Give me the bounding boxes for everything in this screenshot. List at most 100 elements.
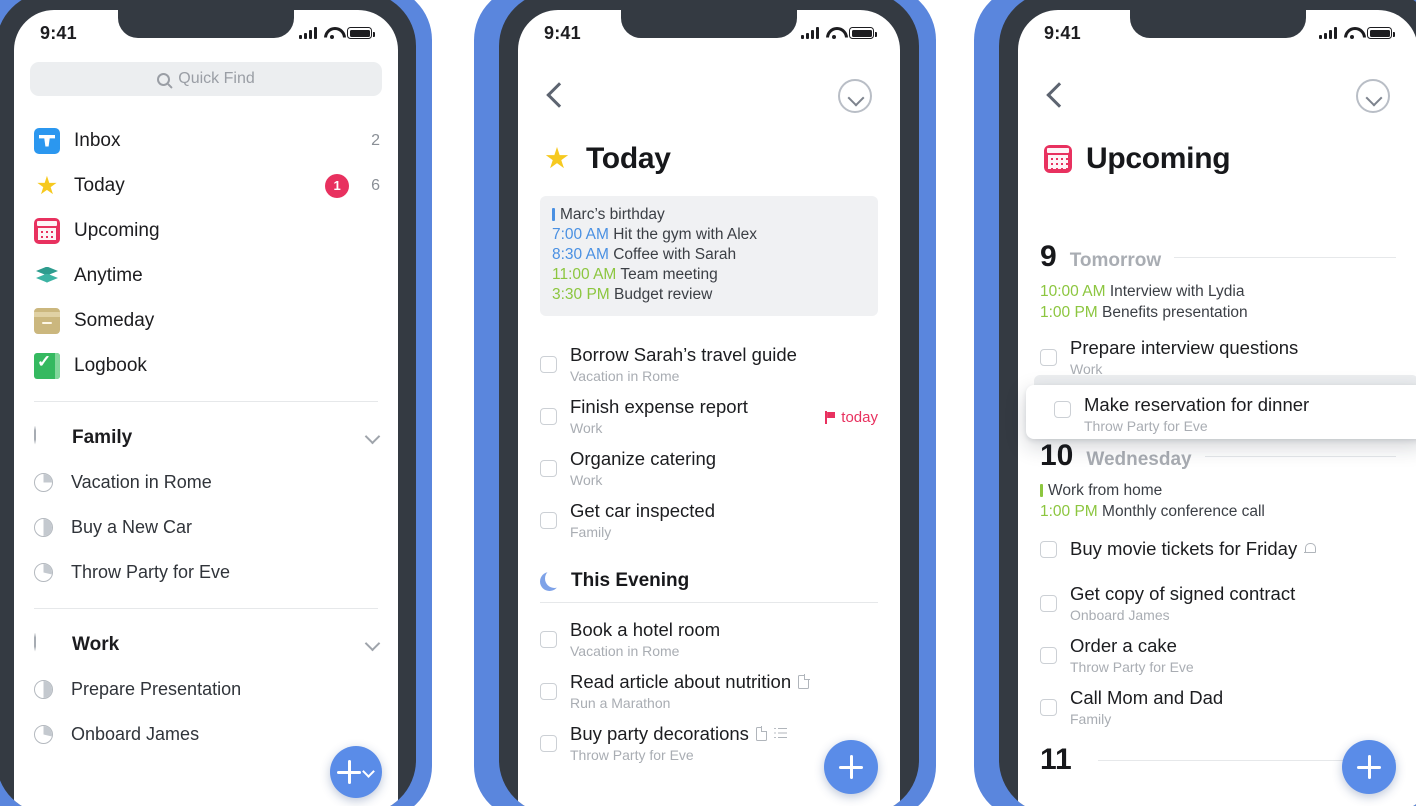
task-checkbox[interactable]: [1040, 541, 1057, 558]
status-time: 9:41: [544, 22, 581, 43]
event-time: 7:00 AM: [552, 226, 609, 243]
task-checkbox[interactable]: [540, 356, 557, 373]
dragged-task-card[interactable]: Make reservation for dinner Throw Party …: [1026, 385, 1416, 439]
search-placeholder: Quick Find: [178, 70, 255, 87]
task-checkbox[interactable]: [540, 683, 557, 700]
task-checkbox[interactable]: [1040, 647, 1057, 664]
add-item-button[interactable]: [824, 740, 878, 794]
task-checkbox[interactable]: [540, 735, 557, 752]
sidebar-project[interactable]: Buy a New Car: [14, 505, 398, 550]
task-row[interactable]: Call Mom and Dad Family: [1018, 681, 1416, 733]
note-icon: [755, 726, 768, 741]
sidebar-item-upcoming[interactable]: Upcoming: [14, 208, 398, 253]
task-checkbox[interactable]: [540, 408, 557, 425]
add-item-button[interactable]: [330, 746, 382, 798]
task-title: Finish expense report: [570, 396, 748, 417]
wifi-icon: [324, 27, 340, 39]
task-title: Make reservation for dinner: [1084, 394, 1310, 415]
event-title: Coffee with Sarah: [613, 246, 737, 263]
back-chevron-icon[interactable]: [1046, 80, 1064, 112]
task-row[interactable]: Book a hotel room Vacation in Rome: [518, 613, 900, 665]
event-time: 10:00 AM: [1040, 283, 1106, 300]
sidebar-item-inbox[interactable]: Inbox 2: [14, 118, 398, 163]
battery-icon: [347, 27, 375, 39]
sidebar-area-family[interactable]: Family: [14, 415, 398, 460]
cellular-signal-icon: [299, 27, 317, 39]
chevron-down-icon[interactable]: [366, 638, 380, 652]
task-subtitle: Family: [570, 524, 612, 540]
calendar-events-block[interactable]: Marc’s birthday 7:00 AM Hit the gym with…: [540, 196, 878, 316]
task-subtitle: Onboard James: [1070, 607, 1170, 623]
chevron-down-icon[interactable]: [366, 431, 380, 445]
task-checkbox[interactable]: [540, 631, 557, 648]
project-progress-icon: [34, 725, 53, 744]
task-title: Read article about nutrition: [570, 671, 792, 692]
task-subtitle: Work: [570, 420, 603, 436]
star-icon: ★: [544, 143, 570, 175]
sidebar-project[interactable]: Prepare Presentation: [14, 667, 398, 712]
task-row[interactable]: Borrow Sarah’s travel guide Vacation in …: [518, 338, 900, 390]
sidebar-item-label: Inbox: [74, 129, 121, 151]
calendar-event-row: 1:00 PM Benefits presentation: [1040, 302, 1396, 323]
task-row[interactable]: Get car inspected Family: [518, 494, 900, 546]
circle-chevron-down-icon[interactable]: [1356, 79, 1390, 113]
task-row[interactable]: Order a cake Throw Party for Eve: [1018, 629, 1416, 681]
project-label: Vacation in Rome: [71, 472, 212, 492]
event-time: 1:00 PM: [1040, 304, 1098, 321]
sidebar-item-anytime[interactable]: Anytime: [14, 253, 398, 298]
phone1-status-bar: 9:41: [14, 10, 398, 56]
task-row[interactable]: Buy movie tickets for Friday: [1018, 532, 1416, 577]
task-row[interactable]: Get copy of signed contract Onboard Jame…: [1018, 577, 1416, 629]
cellular-signal-icon: [801, 27, 819, 39]
circle-chevron-down-icon[interactable]: [838, 79, 872, 113]
task-checkbox[interactable]: [1054, 401, 1071, 418]
task-title: Get car inspected: [570, 500, 715, 521]
page-title: ★ Today: [518, 142, 900, 176]
add-item-button[interactable]: [1342, 740, 1396, 794]
task-title-wrap: Read article about nutrition: [570, 670, 878, 693]
calendar-event-row: Marc’s birthday: [552, 205, 866, 225]
back-chevron-icon[interactable]: [546, 80, 564, 112]
sidebar-item-count: 2: [371, 131, 380, 149]
task-subtitle: Vacation in Rome: [570, 368, 680, 384]
event-color-bar: [552, 208, 555, 221]
sidebar-item-someday[interactable]: Someday: [14, 298, 398, 343]
sidebar-item-count: 6: [371, 176, 380, 194]
day-header: 9 Tomorrow: [1018, 242, 1416, 272]
task-checkbox[interactable]: [1040, 349, 1057, 366]
event-time: 8:30 AM: [552, 246, 609, 263]
day-task-list: Prepare interview questions Work: [1018, 331, 1416, 417]
search-input[interactable]: Quick Find: [30, 62, 382, 96]
sidebar-item-today[interactable]: ★ Today 1 6: [14, 163, 398, 208]
today-task-list: Borrow Sarah’s travel guide Vacation in …: [518, 338, 900, 546]
battery-icon: [1367, 27, 1395, 39]
task-row[interactable]: Organize catering Work: [518, 442, 900, 494]
task-checkbox[interactable]: [540, 512, 557, 529]
sidebar-project[interactable]: Throw Party for Eve: [14, 550, 398, 595]
event-title: Hit the gym with Alex: [613, 226, 758, 243]
sidebar-project[interactable]: Vacation in Rome: [14, 460, 398, 505]
sidebar-nav-list: Inbox 2 ★ Today 1 6 Upcoming Anytime Som…: [14, 118, 398, 388]
sidebar-item-label: Anytime: [74, 264, 143, 286]
sidebar-item-label: Someday: [74, 309, 155, 331]
task-checkbox[interactable]: [1040, 595, 1057, 612]
event-title: Budget review: [614, 286, 713, 303]
plus-icon: [337, 760, 361, 784]
status-indicators: [1319, 27, 1395, 39]
task-row[interactable]: Finish expense report Work today: [518, 390, 900, 442]
project-label: Buy a New Car: [71, 517, 193, 537]
plus-icon: [1357, 755, 1381, 779]
task-checkbox[interactable]: [540, 460, 557, 477]
event-title: Marc’s birthday: [560, 206, 665, 223]
sidebar-area-work[interactable]: Work: [14, 622, 398, 667]
calendar-event-row: 3:30 PM Budget review: [552, 285, 866, 305]
phone1-screen: 9:41 Quick Find Inbox 2 ★ Today 1 6 Upco…: [14, 10, 398, 806]
task-row[interactable]: Read article about nutrition Run a Marat…: [518, 665, 900, 717]
sidebar-item-logbook[interactable]: Logbook: [14, 343, 398, 388]
inbox-icon: [34, 127, 60, 154]
area-label: Family: [72, 426, 133, 448]
task-checkbox[interactable]: [1040, 699, 1057, 716]
task-title: Buy movie tickets for Friday: [1070, 538, 1298, 559]
status-indicators: [299, 27, 375, 39]
book-check-icon: [34, 352, 60, 379]
